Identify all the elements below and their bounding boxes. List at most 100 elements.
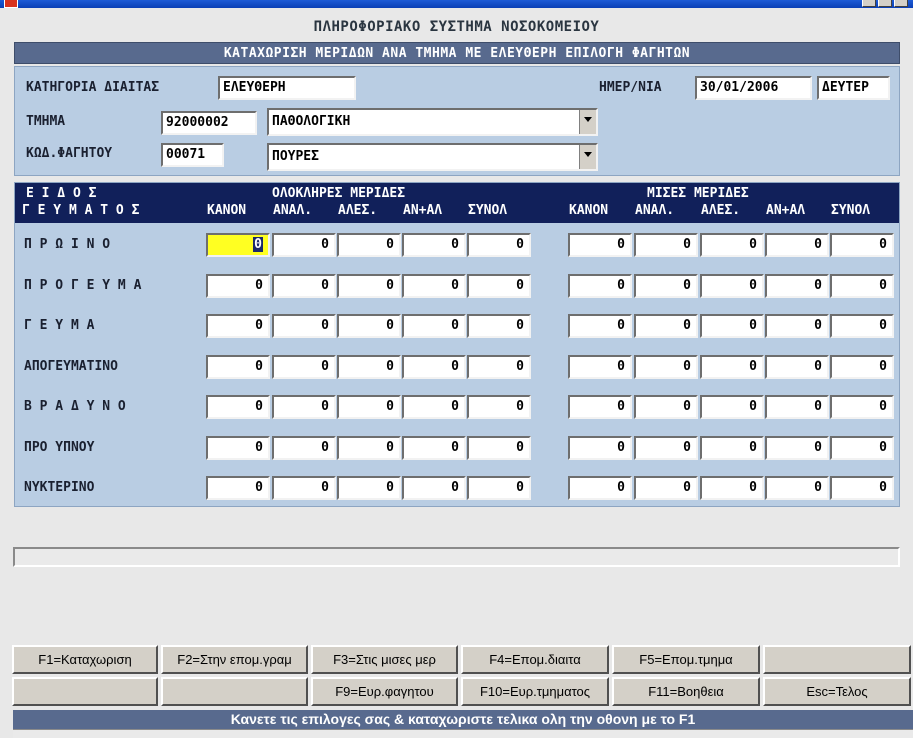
half-portion-cell[interactable]: 0 xyxy=(634,355,698,379)
minimize-button[interactable] xyxy=(862,0,876,7)
full-portion-cell[interactable]: 0 xyxy=(272,274,336,298)
half-portion-cell[interactable]: 0 xyxy=(568,436,632,460)
full-portion-cell[interactable]: 0 xyxy=(402,355,466,379)
food-code-field[interactable]: 00071 xyxy=(161,143,224,167)
half-portion-cell[interactable]: 0 xyxy=(568,395,632,419)
function-key-button[interactable]: F9=Ευρ.φαγητου xyxy=(311,677,458,706)
full-portion-cell[interactable]: 0 xyxy=(467,274,531,298)
cell-value: 0 xyxy=(386,440,394,455)
date-field[interactable]: 30/01/2006 xyxy=(695,76,812,100)
function-key-button[interactable]: F3=Στις μισες μερ xyxy=(311,645,458,674)
half-portion-cell[interactable]: 0 xyxy=(700,436,764,460)
half-portion-cell[interactable]: 0 xyxy=(634,395,698,419)
full-portion-cell[interactable]: 0 xyxy=(337,436,401,460)
full-portion-cell[interactable]: 0 xyxy=(467,314,531,338)
half-portion-cell[interactable]: 0 xyxy=(830,233,894,257)
half-portion-cell[interactable]: 0 xyxy=(568,314,632,338)
full-portion-cell[interactable]: 0 xyxy=(272,436,336,460)
half-portion-cell[interactable]: 0 xyxy=(700,476,764,500)
function-key-button[interactable]: F10=Ευρ.τμηματος xyxy=(461,677,609,706)
half-portion-cell[interactable]: 0 xyxy=(765,436,829,460)
diet-category-field[interactable]: ΕΛΕΥΘΕΡΗ xyxy=(218,76,356,100)
half-portion-cell[interactable]: 0 xyxy=(568,355,632,379)
half-portion-cell[interactable]: 0 xyxy=(830,274,894,298)
function-key-button[interactable]: Esc=Τελος xyxy=(763,677,911,706)
half-portion-cell[interactable]: 0 xyxy=(634,436,698,460)
half-portion-cell[interactable]: 0 xyxy=(830,355,894,379)
half-portion-cell[interactable]: 0 xyxy=(700,314,764,338)
full-portion-cell[interactable]: 0 xyxy=(272,233,336,257)
meal-row-label: Γ Ε Υ Μ Α xyxy=(24,318,95,333)
full-portion-cell[interactable]: 0 xyxy=(337,476,401,500)
function-key-button[interactable]: F5=Επομ.τμημα xyxy=(612,645,760,674)
half-portion-cell[interactable]: 0 xyxy=(765,395,829,419)
cell-value: 0 xyxy=(617,318,625,333)
half-portion-cell[interactable]: 0 xyxy=(830,476,894,500)
cell-value: 0 xyxy=(386,399,394,414)
close-button[interactable] xyxy=(894,0,908,7)
full-portion-cell[interactable]: 0 xyxy=(272,476,336,500)
full-portion-cell[interactable]: 0 xyxy=(402,274,466,298)
half-portion-cell[interactable]: 0 xyxy=(634,233,698,257)
full-portion-cell[interactable]: 0 xyxy=(337,274,401,298)
half-portion-cell[interactable]: 0 xyxy=(634,314,698,338)
full-portion-cell[interactable]: 0 xyxy=(337,395,401,419)
full-portion-cell[interactable]: 0 xyxy=(206,476,270,500)
full-portion-cell[interactable]: 0 xyxy=(402,233,466,257)
half-portion-cell[interactable]: 0 xyxy=(634,476,698,500)
department-select[interactable]: ΠΑΘΟΛΟΓΙΚΗ xyxy=(267,108,598,136)
full-portion-cell[interactable]: 0 xyxy=(337,355,401,379)
full-portion-cell[interactable]: 0 xyxy=(402,476,466,500)
full-portion-cell[interactable]: 0 xyxy=(206,274,270,298)
full-portion-cell[interactable]: 0 xyxy=(402,314,466,338)
dropdown-arrow-icon[interactable] xyxy=(579,110,596,134)
full-portion-cell[interactable]: 0 xyxy=(467,395,531,419)
full-portion-cell[interactable]: 0 xyxy=(206,395,270,419)
full-portion-cell[interactable]: 0 xyxy=(272,314,336,338)
function-key-button[interactable]: F4=Επομ.διαιτα xyxy=(461,645,609,674)
full-portion-cell[interactable]: 0 xyxy=(206,436,270,460)
half-portion-cell[interactable]: 0 xyxy=(765,476,829,500)
full-portion-cell[interactable]: 0 xyxy=(206,314,270,338)
half-portion-cell[interactable]: 0 xyxy=(765,274,829,298)
full-portion-cell[interactable]: 0 xyxy=(337,233,401,257)
department-select-value: ΠΑΘΟΛΟΓΙΚΗ xyxy=(272,114,351,129)
cell-value: 0 xyxy=(814,480,822,495)
dropdown-arrow-icon[interactable] xyxy=(579,145,596,169)
full-portion-cell[interactable]: 0 xyxy=(467,355,531,379)
half-portion-cell[interactable]: 0 xyxy=(568,274,632,298)
half-portion-cell[interactable]: 0 xyxy=(700,355,764,379)
meal-type-header-2: Γ Ε Υ Μ Α Τ Ο Σ xyxy=(22,203,140,218)
half-portion-cell[interactable]: 0 xyxy=(568,233,632,257)
full-portion-cell[interactable]: 0 xyxy=(206,233,270,257)
half-portion-cell[interactable]: 0 xyxy=(830,436,894,460)
full-portion-cell[interactable]: 0 xyxy=(272,395,336,419)
half-portion-cell[interactable]: 0 xyxy=(765,355,829,379)
function-key-button[interactable]: F1=Καταχωριση xyxy=(12,645,158,674)
half-portion-cell[interactable]: 0 xyxy=(700,274,764,298)
half-portion-cell[interactable]: 0 xyxy=(830,314,894,338)
full-portion-cell[interactable]: 0 xyxy=(402,436,466,460)
day-field[interactable]: ΔΕΥΤΕΡ xyxy=(817,76,890,100)
full-portion-cell[interactable]: 0 xyxy=(206,355,270,379)
half-portion-cell[interactable]: 0 xyxy=(765,233,829,257)
function-key-button[interactable]: F11=Βοηθεια xyxy=(612,677,760,706)
full-portion-cell[interactable]: 0 xyxy=(467,476,531,500)
half-portion-cell[interactable]: 0 xyxy=(568,476,632,500)
half-col-header: ΚΑΝΟΝ xyxy=(569,203,609,218)
half-portions-header: ΜΙΣΕΣ ΜΕΡΙΔΕΣ xyxy=(647,186,749,201)
full-portion-cell[interactable]: 0 xyxy=(337,314,401,338)
half-portion-cell[interactable]: 0 xyxy=(634,274,698,298)
food-select[interactable]: ΠΟΥΡΕΣ xyxy=(267,143,598,171)
half-portion-cell[interactable]: 0 xyxy=(700,395,764,419)
full-portion-cell[interactable]: 0 xyxy=(272,355,336,379)
department-code-field[interactable]: 92000002 xyxy=(161,111,257,135)
full-portion-cell[interactable]: 0 xyxy=(467,436,531,460)
half-portion-cell[interactable]: 0 xyxy=(700,233,764,257)
maximize-button[interactable] xyxy=(878,0,892,7)
half-portion-cell[interactable]: 0 xyxy=(830,395,894,419)
full-portion-cell[interactable]: 0 xyxy=(467,233,531,257)
function-key-button[interactable]: F2=Στην επομ.γραμ xyxy=(161,645,308,674)
full-portion-cell[interactable]: 0 xyxy=(402,395,466,419)
half-portion-cell[interactable]: 0 xyxy=(765,314,829,338)
